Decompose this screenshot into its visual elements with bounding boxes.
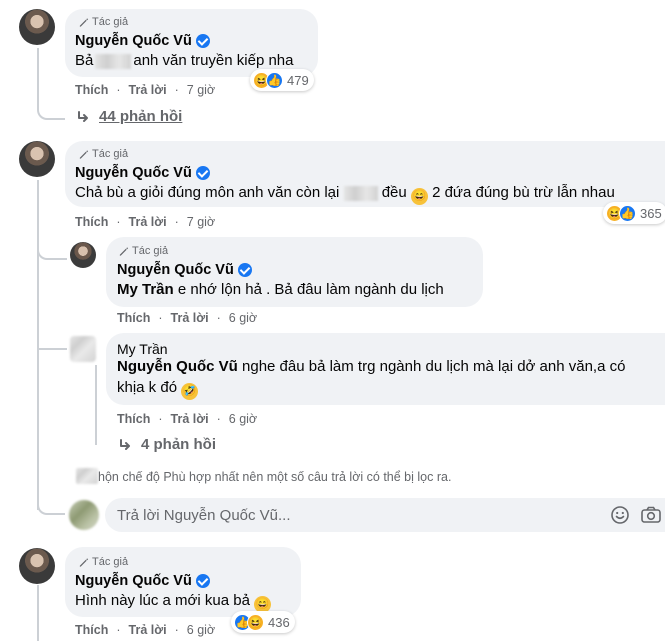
filter-notice: hộn chế độ Phù hợp nhất nên một số câu t… — [98, 470, 452, 484]
author-tag-label: Tác giả — [132, 245, 169, 257]
reply-text: Nguyễn Quốc Vũ nghe đâu bả làm trg ngành… — [117, 358, 626, 375]
reply-arrow-icon — [78, 110, 88, 122]
replies-count-label[interactable]: 44 phản hồi — [99, 108, 182, 125]
comment-actions: Thích · Trả lời · 6 giờ — [75, 623, 216, 637]
commenter-name[interactable]: Nguyễn Quốc Vũ — [75, 165, 210, 181]
reply-actions: Thích · Trả lời · 6 giờ — [117, 311, 258, 325]
censored-text — [95, 53, 132, 69]
author-tag-label: Tác giả — [92, 556, 129, 568]
reply-actions: Thích · Trả lời · 6 giờ — [117, 412, 258, 426]
rofl-emoji-icon: 🤣 — [181, 383, 199, 400]
thread-line — [37, 330, 67, 350]
timestamp[interactable]: 7 giờ — [187, 83, 215, 97]
like-button[interactable]: Thích — [75, 215, 108, 229]
grin-emoji-icon: 😄 — [410, 188, 428, 205]
comment-text: Bả anh văn truyền kiếp nha — [75, 52, 294, 69]
commenter-name-label[interactable]: My Trần — [117, 341, 168, 357]
comment-actions: Thích · Trả lời · 7 giờ — [75, 83, 216, 97]
reply-button[interactable]: Trả lời — [171, 311, 209, 325]
mention-link[interactable]: My Trần — [117, 281, 174, 298]
commenter-name[interactable]: Nguyễn Quốc Vũ — [117, 262, 252, 278]
reaction-count: 479 — [287, 72, 309, 88]
verified-badge-icon — [195, 166, 210, 180]
reaction-count: 436 — [268, 614, 290, 630]
emoji-icon[interactable] — [610, 505, 630, 525]
reply-input[interactable] — [117, 498, 577, 532]
author-tag: Tác giả — [78, 16, 128, 28]
pencil-icon — [119, 246, 129, 256]
reaction-summary[interactable]: 😆 👍 365 — [603, 202, 665, 224]
reply-input-box[interactable] — [105, 498, 665, 532]
commenter-name-label[interactable]: Nguyễn Quốc Vũ — [75, 33, 192, 49]
reaction-summary[interactable]: 👍 😆 436 — [231, 611, 295, 633]
reaction-count: 365 — [640, 205, 662, 221]
commenter-name[interactable]: My Trần — [117, 341, 168, 357]
current-user-avatar[interactable] — [69, 500, 99, 530]
commenter-name-label[interactable]: Nguyễn Quốc Vũ — [75, 165, 192, 181]
comment-actions: Thích · Trả lời · 7 giờ — [75, 215, 216, 229]
like-button[interactable]: Thích — [117, 311, 150, 325]
avatar[interactable] — [70, 336, 96, 362]
timestamp[interactable]: 6 giờ — [229, 412, 257, 426]
thread-line — [37, 48, 65, 120]
verified-badge-icon — [195, 574, 210, 588]
like-button[interactable]: Thích — [117, 412, 150, 426]
avatar[interactable] — [19, 9, 55, 45]
thread-line — [37, 585, 39, 641]
reply-arrow-icon — [120, 438, 130, 450]
reply-button[interactable]: Trả lời — [171, 412, 209, 426]
reply-button[interactable]: Trả lời — [129, 215, 167, 229]
author-tag: Tác giả — [118, 245, 168, 257]
reply-button[interactable]: Trả lời — [129, 623, 167, 637]
reply-text-line2: khịa k đó 🤣 — [117, 378, 199, 400]
author-tag: Tác giả — [78, 148, 128, 160]
reply-text: My Trần e nhớ lộn hả . Bả đâu làm ngành … — [117, 281, 444, 298]
avatar[interactable] — [19, 548, 55, 584]
mention-link[interactable]: Nguyễn Quốc Vũ — [117, 358, 238, 375]
verified-badge-icon — [237, 263, 252, 277]
comment-text: Chả bù a giỏi đúng môn anh văn còn lại đ… — [75, 183, 615, 205]
thread-line — [37, 240, 67, 260]
timestamp[interactable]: 6 giờ — [187, 623, 215, 637]
author-tag-label: Tác giả — [92, 148, 129, 160]
commenter-name[interactable]: Nguyễn Quốc Vũ — [75, 33, 210, 49]
avatar[interactable] — [70, 242, 96, 268]
reply-button[interactable]: Trả lời — [129, 83, 167, 97]
camera-icon[interactable] — [640, 505, 662, 525]
avatar[interactable] — [19, 141, 55, 177]
like-react-icon: 👍 — [619, 204, 636, 222]
commenter-name[interactable]: Nguyễn Quốc Vũ — [75, 573, 210, 589]
author-tag: Tác giả — [78, 556, 128, 568]
reaction-summary[interactable]: 😆 👍 479 — [250, 69, 314, 91]
like-react-icon: 👍 — [266, 71, 283, 89]
author-tag-label: Tác giả — [92, 16, 129, 28]
haha-react-icon: 😆 — [247, 613, 264, 631]
view-replies-link[interactable]: 4 phản hồi — [117, 436, 216, 453]
pencil-icon — [79, 17, 89, 27]
view-replies-link[interactable]: 44 phản hồi — [75, 108, 182, 125]
commenter-name-label[interactable]: Nguyễn Quốc Vũ — [75, 573, 192, 589]
commenter-name-label[interactable]: Nguyễn Quốc Vũ — [117, 262, 234, 278]
verified-badge-icon — [195, 34, 210, 48]
replies-count-label[interactable]: 4 phản hồi — [141, 436, 216, 453]
pencil-icon — [79, 557, 89, 567]
timestamp[interactable]: 7 giờ — [187, 215, 215, 229]
blurred-text — [76, 468, 98, 484]
comment-text: Hình này lúc a mới kua bả 😄 — [75, 591, 272, 613]
pencil-icon — [79, 149, 89, 159]
like-button[interactable]: Thích — [75, 83, 108, 97]
thread-line — [95, 365, 97, 445]
like-button[interactable]: Thích — [75, 623, 108, 637]
censored-text — [343, 185, 378, 201]
timestamp[interactable]: 6 giờ — [229, 311, 257, 325]
thread-line — [37, 495, 65, 515]
